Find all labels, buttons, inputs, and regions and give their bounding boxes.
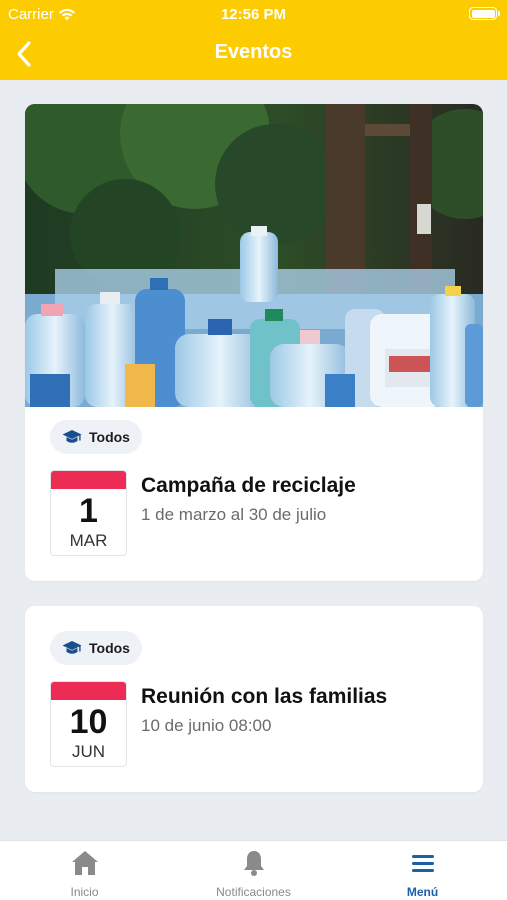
tab-menu[interactable]: Menú [338, 841, 507, 900]
event-title: Campaña de reciclaje [141, 474, 356, 497]
tab-label: Notificaciones [216, 885, 291, 899]
tag-label: Todos [89, 640, 130, 656]
events-list[interactable]: Todos 1 MAR Campaña de reciclaje 1 de ma… [0, 80, 507, 840]
bell-icon [243, 851, 264, 876]
audience-tag: Todos [50, 420, 142, 454]
battery-icon [469, 7, 500, 20]
home-icon [71, 851, 98, 875]
date-month: MAR [69, 531, 108, 550]
date-badge: 1 MAR [50, 470, 127, 556]
tab-bar: Inicio Notificaciones Menú [0, 840, 507, 900]
menu-icon [411, 855, 434, 872]
page-title: Eventos [214, 41, 293, 63]
audience-tag: Todos [50, 631, 142, 665]
graduation-cap-icon [62, 641, 82, 654]
event-title: Reunión con las familias [141, 685, 388, 708]
date-badge: 10 JUN [50, 681, 127, 767]
graduation-cap-icon [62, 430, 82, 443]
tab-label: Menú [406, 885, 439, 899]
clock: 12:56 PM [220, 6, 287, 23]
status-bar: Carrier 12:56 PM [0, 0, 507, 28]
event-date-range: 1 de marzo al 30 de julio [141, 505, 327, 524]
date-day: 10 [69, 703, 108, 741]
tab-inicio[interactable]: Inicio [0, 841, 169, 900]
event-image [25, 104, 483, 407]
event-card[interactable]: Todos 10 JUN Reunión con las familias 10… [25, 606, 483, 792]
navigation-bar: Eventos [0, 28, 507, 80]
tab-notificaciones[interactable]: Notificaciones [169, 841, 338, 900]
event-card[interactable]: Todos 1 MAR Campaña de reciclaje 1 de ma… [25, 104, 483, 581]
tag-label: Todos [89, 429, 130, 445]
date-day: 1 [79, 492, 98, 530]
tab-label: Inicio [70, 885, 99, 899]
date-month: JUN [71, 742, 106, 761]
event-datetime: 10 de junio 08:00 [141, 716, 272, 735]
